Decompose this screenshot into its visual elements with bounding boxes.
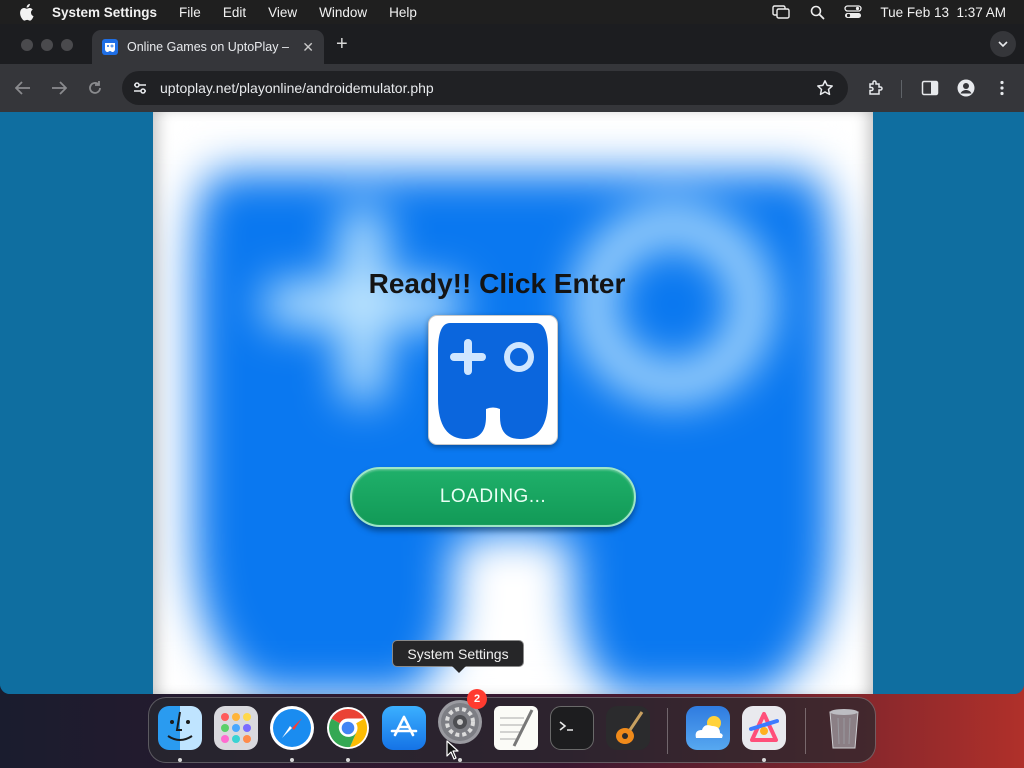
- garageband-icon[interactable]: [606, 706, 650, 750]
- toolbar-divider: [901, 80, 902, 98]
- back-arrow-icon[interactable]: [13, 78, 33, 98]
- menu-bar: System Settings File Edit View Window He…: [0, 0, 1024, 24]
- tab-strip: Online Games on UptoPlay – ✕ +: [0, 24, 1024, 64]
- dock-tooltip: System Settings: [392, 640, 524, 667]
- pixelmator-running-dot: [762, 758, 766, 762]
- terminal-icon[interactable]: [550, 706, 594, 750]
- loading-button[interactable]: LOADING...: [350, 467, 636, 527]
- safari-icon[interactable]: [270, 706, 314, 750]
- app-store-icon[interactable]: [382, 706, 426, 750]
- tab-close-icon[interactable]: ✕: [302, 39, 314, 56]
- spotlight-search-icon[interactable]: [808, 4, 826, 20]
- dock-separator: [667, 708, 668, 754]
- gamepad-logo-icon: [438, 323, 548, 439]
- browser-toolbar: uptoplay.net/playonline/androidemulator.…: [0, 64, 1024, 112]
- textedit-icon[interactable]: [494, 706, 538, 750]
- menu-edit[interactable]: Edit: [223, 5, 246, 20]
- dock: [148, 697, 876, 763]
- chevron-down-icon: [998, 41, 1008, 48]
- browser-tab-active[interactable]: Online Games on UptoPlay – ✕: [92, 30, 324, 64]
- bookmark-star-icon[interactable]: [816, 79, 834, 97]
- tab-title: Online Games on UptoPlay –: [127, 40, 289, 54]
- game-frame[interactable]: Ready!! Click Enter LOADING...: [153, 112, 873, 694]
- safari-running-dot: [290, 758, 294, 762]
- pixelmator-icon[interactable]: [742, 706, 786, 750]
- menu-app-name[interactable]: System Settings: [52, 5, 157, 20]
- menu-file[interactable]: File: [179, 5, 201, 20]
- ready-heading: Ready!! Click Enter: [368, 268, 626, 299]
- browser-menu-kebab-icon[interactable]: [992, 78, 1012, 98]
- menu-view[interactable]: View: [268, 5, 297, 20]
- browser-window: Online Games on UptoPlay – ✕ + uptoplay.…: [0, 24, 1024, 694]
- close-window-button[interactable]: [21, 39, 33, 51]
- profile-avatar-icon[interactable]: [956, 78, 976, 98]
- site-info-icon[interactable]: [132, 80, 148, 96]
- zoom-window-button[interactable]: [61, 39, 73, 51]
- finder-running-dot: [178, 758, 182, 762]
- menu-window[interactable]: Window: [319, 5, 367, 20]
- control-center-icon[interactable]: [844, 4, 863, 20]
- new-tab-button[interactable]: +: [336, 34, 348, 54]
- weather-icon[interactable]: [686, 706, 730, 750]
- extensions-puzzle-icon[interactable]: [866, 78, 886, 98]
- notification-badge: 2: [467, 689, 487, 709]
- screen-mirroring-icon[interactable]: [772, 4, 791, 20]
- side-panel-icon[interactable]: [920, 78, 940, 98]
- finder-icon[interactable]: [158, 706, 202, 750]
- reload-icon[interactable]: [85, 78, 105, 98]
- apple-menu-icon[interactable]: [18, 3, 36, 21]
- tooltip-arrow: [452, 666, 466, 673]
- menu-clock[interactable]: Tue Feb 13 1:37 AM: [880, 5, 1006, 20]
- mouse-cursor-icon: [446, 740, 459, 760]
- tab-search-button[interactable]: [990, 31, 1016, 57]
- chrome-icon[interactable]: [326, 706, 370, 750]
- menu-help[interactable]: Help: [389, 5, 417, 20]
- chrome-running-dot: [346, 758, 350, 762]
- dock-separator-trash: [805, 708, 806, 754]
- uptoplay-favicon-icon: [102, 39, 118, 55]
- trash-icon[interactable]: [822, 706, 866, 750]
- web-page-content: Ready!! Click Enter LOADING...: [0, 112, 1024, 694]
- game-logo[interactable]: [428, 315, 558, 445]
- forward-arrow-icon[interactable]: [49, 78, 69, 98]
- launchpad-icon[interactable]: [214, 706, 258, 750]
- minimize-window-button[interactable]: [41, 39, 53, 51]
- address-url[interactable]: uptoplay.net/playonline/androidemulator.…: [160, 80, 816, 96]
- address-bar[interactable]: uptoplay.net/playonline/androidemulator.…: [122, 71, 848, 105]
